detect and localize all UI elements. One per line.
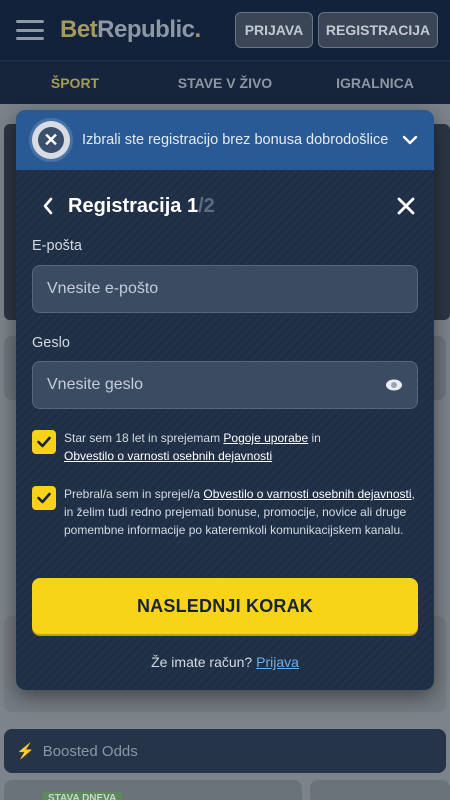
password-field[interactable] bbox=[32, 361, 418, 409]
chevron-down-icon[interactable] bbox=[398, 128, 422, 152]
privacy-notice-link[interactable]: Obvestilo o varnosti osebnih dejavnosti bbox=[64, 449, 272, 463]
marketing-consent-checkbox[interactable] bbox=[32, 486, 56, 510]
bonus-banner-text: Izbrali ste registracijo brez bonusa dob… bbox=[82, 132, 389, 148]
lightning-bolt-icon: ⚡ bbox=[16, 743, 35, 760]
register-button[interactable]: REGISTRACIJA bbox=[318, 12, 438, 48]
top-bar: BetRepublic. PRIJAVA REGISTRACIJA bbox=[0, 0, 450, 60]
email-label: E-pošta bbox=[32, 238, 82, 254]
bonus-selection-banner[interactable]: ✕ Izbrali ste registracijo brez bonusa d… bbox=[16, 110, 434, 170]
page-title: Registracija 1/2 bbox=[68, 195, 215, 217]
bet-of-day-tag: STAVA DNEVA bbox=[42, 792, 123, 800]
tab-sport[interactable]: ŠPORT bbox=[0, 61, 150, 104]
age-terms-text: Star sem 18 let in sprejemam Pogoje upor… bbox=[64, 431, 321, 463]
eye-icon[interactable] bbox=[385, 378, 403, 392]
registration-modal: ✕ Izbrali ste registracijo brez bonusa d… bbox=[16, 110, 434, 690]
email-field[interactable] bbox=[32, 265, 418, 313]
password-label: Geslo bbox=[32, 335, 70, 351]
close-icon[interactable] bbox=[394, 194, 418, 218]
email-input[interactable] bbox=[47, 280, 403, 298]
boosted-odds-section[interactable]: ⚡ Boosted Odds bbox=[4, 729, 446, 773]
tab-casino[interactable]: IGRALNICA bbox=[300, 61, 450, 104]
betrepublic-logo[interactable]: BetRepublic. bbox=[60, 16, 201, 44]
main-nav: ŠPORT STAVE V ŽIVO IGRALNICA bbox=[0, 60, 450, 104]
chevron-left-icon[interactable] bbox=[36, 194, 60, 218]
login-link[interactable]: Prijava bbox=[256, 654, 299, 670]
tab-live-betting[interactable]: STAVE V ŽIVO bbox=[150, 61, 300, 104]
checkmark-icon bbox=[37, 492, 51, 504]
terms-of-use-link[interactable]: Pogoje uporabe bbox=[223, 431, 308, 445]
login-button[interactable]: PRIJAVA bbox=[235, 12, 313, 48]
marketing-consent-text: Prebral/a sem in sprejel/a Obvestilo o v… bbox=[64, 487, 415, 537]
password-input[interactable] bbox=[47, 376, 385, 394]
login-prompt: Že imate račun? Prijava bbox=[151, 654, 299, 670]
privacy-notice-link[interactable]: Obvestilo o varnosti osebnih dejavnosti bbox=[203, 487, 411, 501]
no-bonus-x-icon: ✕ bbox=[32, 121, 70, 159]
age-terms-checkbox[interactable] bbox=[32, 430, 56, 454]
modal-header: Registracija 1/2 bbox=[16, 190, 434, 222]
checkmark-icon bbox=[37, 436, 51, 448]
boosted-odds-label: Boosted Odds bbox=[42, 742, 138, 760]
next-step-button[interactable]: NASLEDNJI KORAK bbox=[32, 578, 418, 634]
hamburger-menu-icon[interactable] bbox=[16, 20, 44, 40]
bet-card bbox=[310, 780, 450, 800]
